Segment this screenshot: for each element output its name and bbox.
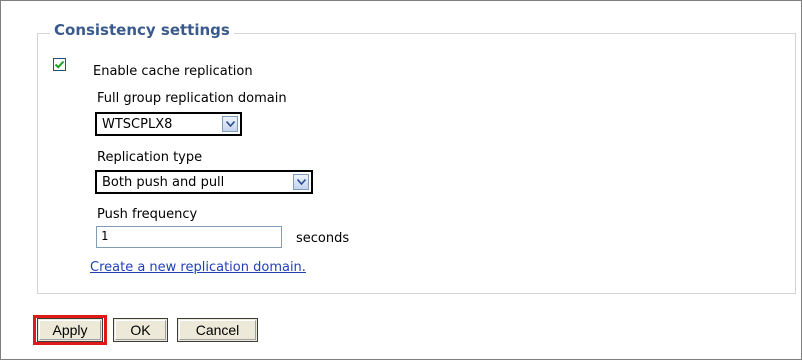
create-replication-domain-link[interactable]: Create a new replication domain. xyxy=(90,260,306,275)
cancel-button-label: Cancel xyxy=(195,322,240,338)
replication-type-select[interactable]: Both push and pull xyxy=(95,170,313,194)
section-title: Consistency settings xyxy=(50,21,234,39)
ok-button[interactable]: OK xyxy=(113,318,168,342)
chevron-down-icon[interactable] xyxy=(222,116,238,132)
enable-cache-replication-label: Enable cache replication xyxy=(93,64,253,79)
push-frequency-input[interactable]: 1 xyxy=(96,226,282,248)
replication-type-value: Both push and pull xyxy=(102,175,225,190)
replication-type-label: Replication type xyxy=(97,150,203,165)
replication-domain-label: Full group replication domain xyxy=(97,91,287,106)
cancel-button[interactable]: Cancel xyxy=(177,318,258,342)
checkmark-icon xyxy=(54,60,65,69)
apply-button-label: Apply xyxy=(52,322,88,338)
apply-button[interactable]: Apply xyxy=(37,318,103,342)
push-frequency-unit: seconds xyxy=(296,231,350,246)
enable-cache-replication-checkbox[interactable] xyxy=(53,58,66,71)
replication-domain-value: WTSCPLX8 xyxy=(102,117,173,132)
chevron-down-icon[interactable] xyxy=(293,174,309,190)
replication-domain-select[interactable]: WTSCPLX8 xyxy=(95,112,242,136)
ok-button-label: OK xyxy=(130,322,151,338)
push-frequency-label: Push frequency xyxy=(97,207,198,222)
